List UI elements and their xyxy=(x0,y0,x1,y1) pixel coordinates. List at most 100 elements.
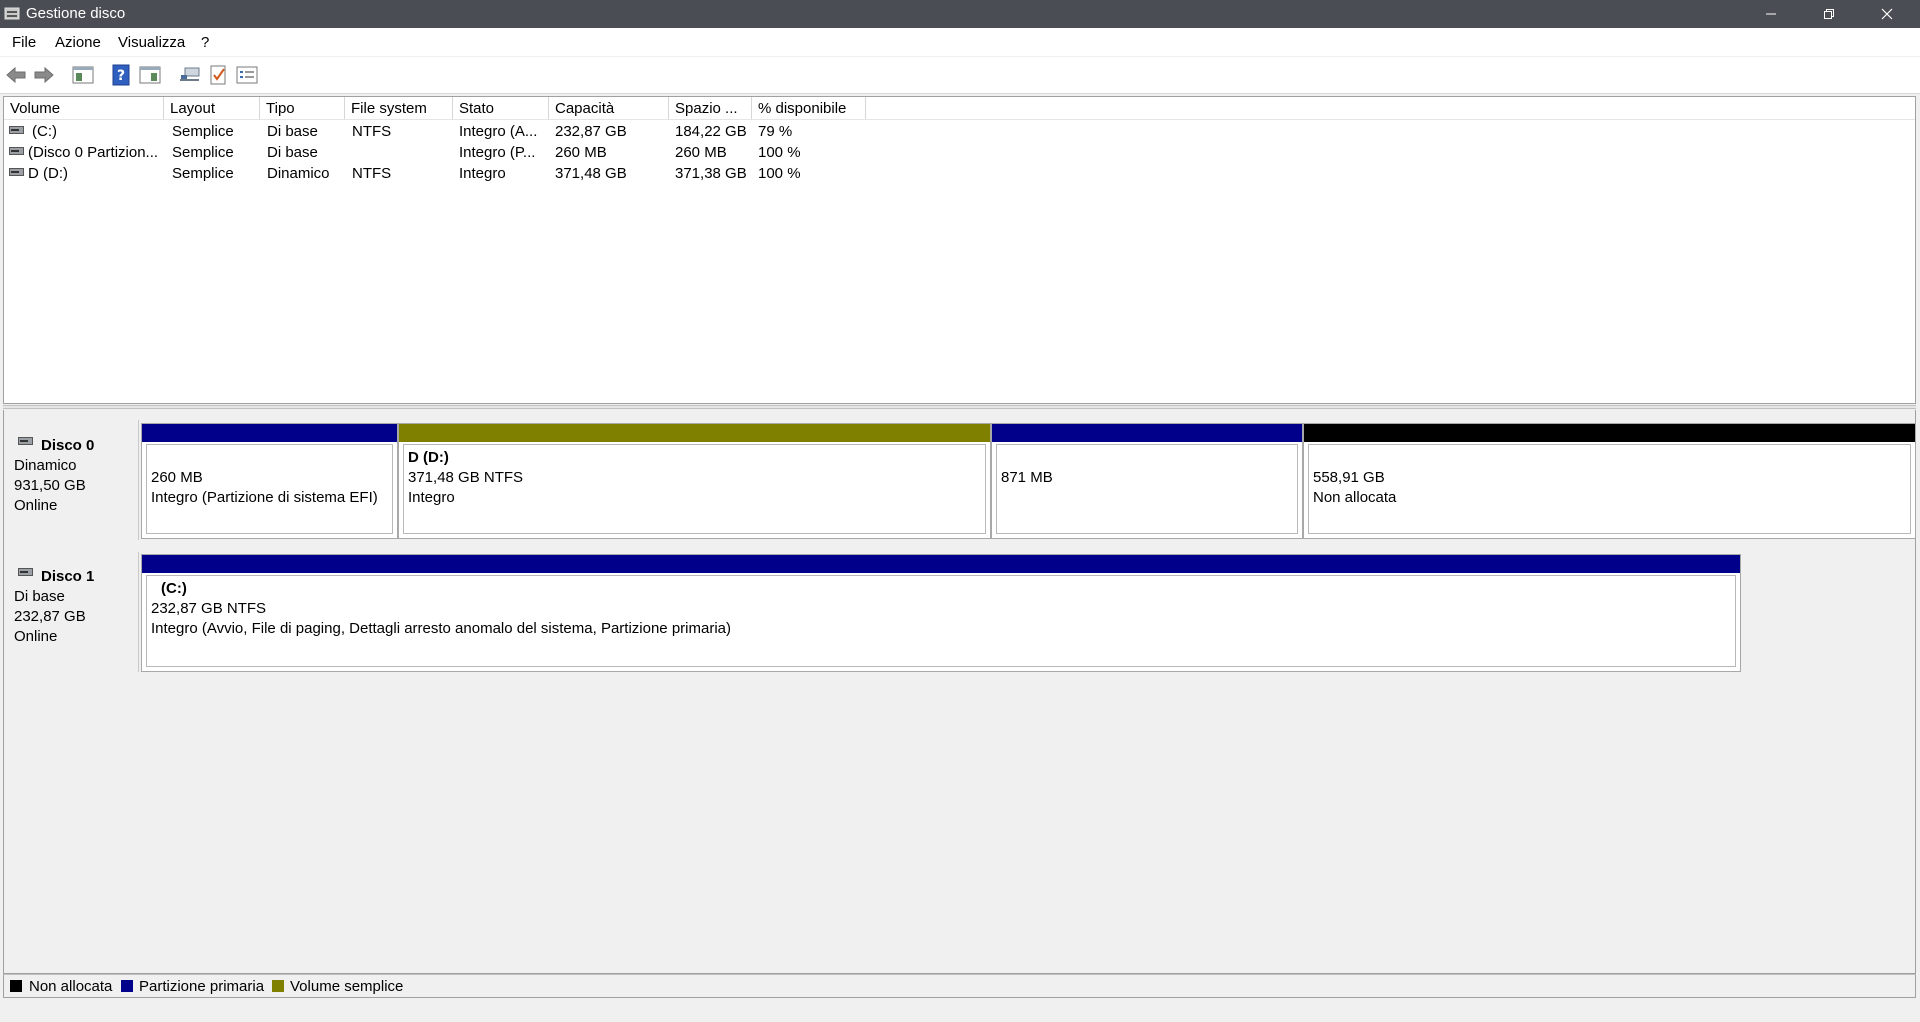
properties-icon xyxy=(139,66,161,84)
partition-status: Integro (Partizione di sistema EFI) xyxy=(151,489,378,506)
console-tree-button[interactable] xyxy=(71,63,95,87)
close-button[interactable] xyxy=(1858,0,1916,28)
partition-size: 232,87 GB NTFS xyxy=(151,600,267,617)
status-bar xyxy=(0,999,1920,1022)
disk-0-unallocated[interactable]: 558,91 GB Non allocata xyxy=(1303,423,1916,539)
cell-disponibile: 79 % xyxy=(758,123,793,140)
cell-stato: Integro (A... xyxy=(459,123,538,140)
properties-button[interactable] xyxy=(138,63,162,87)
partition-body: 558,91 GB Non allocata xyxy=(1308,444,1911,534)
table-row[interactable]: D (D:) Semplice Dinamico NTFS Integro 37… xyxy=(4,163,1915,184)
restore-button[interactable] xyxy=(1800,0,1858,28)
cell-volume: D (D:) xyxy=(28,165,68,182)
cell-spazio: 260 MB xyxy=(675,144,727,161)
column-header-stato[interactable]: Stato xyxy=(453,97,549,119)
partition-title: D (D:) xyxy=(408,449,449,466)
disk-1-type: Di base xyxy=(14,588,65,605)
legend-label-unallocated: Non allocata xyxy=(29,978,113,995)
list-view-button[interactable] xyxy=(235,63,259,87)
back-icon xyxy=(6,66,26,84)
disk-0-status: Online xyxy=(14,497,58,514)
disk-0-type: Dinamico xyxy=(14,457,77,474)
cell-file-system: NTFS xyxy=(352,165,392,182)
legend-swatch-unallocated xyxy=(10,980,22,992)
disk-0-size: 931,50 GB xyxy=(14,477,86,494)
cell-tipo: Dinamico xyxy=(267,165,330,182)
window-title: Gestione disco xyxy=(26,5,126,22)
menu-bar: File Azione Visualizza ? xyxy=(0,28,1920,56)
cell-layout: Semplice xyxy=(172,144,234,161)
legend: Non allocata Partizione primaria Volume … xyxy=(3,974,1916,998)
menu-azione[interactable]: Azione xyxy=(55,34,101,51)
help-button[interactable]: ? xyxy=(109,63,133,87)
disk-1-partition-c[interactable]: (C:) 232,87 GB NTFS Integro (Avvio, File… xyxy=(141,554,1741,672)
cell-capacita: 371,48 GB xyxy=(555,165,627,182)
column-header-volume[interactable]: Volume xyxy=(4,97,164,119)
forward-icon xyxy=(34,66,54,84)
partition-bar-primary xyxy=(142,555,1740,573)
close-icon xyxy=(1881,8,1893,20)
cell-spazio: 184,22 GB xyxy=(675,123,747,140)
disk-0-partition-871mb[interactable]: 871 MB xyxy=(991,423,1303,539)
title-bar: Gestione disco xyxy=(0,0,1920,28)
console-tree-icon xyxy=(72,66,94,84)
cell-stato: Integro xyxy=(459,165,506,182)
volume-drive-icon xyxy=(9,168,24,176)
menu-help[interactable]: ? xyxy=(201,34,209,51)
partition-body: 260 MB Integro (Partizione di sistema EF… xyxy=(146,444,393,534)
volume-drive-icon xyxy=(9,147,24,155)
partition-status: Integro (Avvio, File di paging, Dettagli… xyxy=(151,620,731,637)
restore-icon xyxy=(1824,9,1834,19)
disk-1-size: 232,87 GB xyxy=(14,608,86,625)
connect-button[interactable] xyxy=(178,63,202,87)
disk-0-partition-d[interactable]: D (D:) 371,48 GB NTFS Integro xyxy=(398,423,991,539)
back-button[interactable] xyxy=(4,63,28,87)
column-header-file-system[interactable]: File system xyxy=(345,97,453,119)
check-icon xyxy=(210,65,226,85)
cell-tipo: Di base xyxy=(267,144,318,161)
cell-disponibile: 100 % xyxy=(758,144,801,161)
check-button[interactable] xyxy=(206,63,230,87)
disk-0-partition-efi[interactable]: 260 MB Integro (Partizione di sistema EF… xyxy=(141,423,398,539)
column-header-disponibile[interactable]: % disponibile xyxy=(752,97,866,119)
cell-volume: (C:) xyxy=(32,123,57,140)
column-header-layout[interactable]: Layout xyxy=(164,97,260,119)
partition-body: D (D:) 371,48 GB NTFS Integro xyxy=(403,444,986,534)
table-row[interactable]: (C:) Semplice Di base NTFS Integro (A...… xyxy=(4,121,1915,142)
legend-label-primary: Partizione primaria xyxy=(139,978,265,995)
menu-visualizza[interactable]: Visualizza xyxy=(118,34,185,51)
volume-list-header: Volume Layout Tipo File system Stato Cap… xyxy=(4,97,1915,120)
svg-text:?: ? xyxy=(117,68,125,84)
cell-capacita: 232,87 GB xyxy=(555,123,627,140)
pane-splitter[interactable] xyxy=(3,405,1916,409)
cell-stato: Integro (P... xyxy=(459,144,536,161)
cell-layout: Semplice xyxy=(172,165,234,182)
cell-tipo: Di base xyxy=(267,123,318,140)
legend-swatch-simple xyxy=(272,980,284,992)
partition-title: (C:) xyxy=(161,580,187,597)
forward-button[interactable] xyxy=(32,63,56,87)
minimize-button[interactable] xyxy=(1742,0,1800,28)
column-header-tipo[interactable]: Tipo xyxy=(260,97,345,119)
help-icon: ? xyxy=(112,64,130,86)
partition-bar-primary xyxy=(142,424,397,442)
partition-body: 871 MB xyxy=(996,444,1298,534)
partition-size: 260 MB xyxy=(151,469,203,486)
volume-list: Volume Layout Tipo File system Stato Cap… xyxy=(3,96,1916,404)
partition-bar-primary xyxy=(992,424,1302,442)
disk-0-label[interactable]: Disco 0 Dinamico 931,50 GB Online xyxy=(4,420,139,540)
partition-status: Non allocata xyxy=(1313,489,1397,506)
column-header-capacita[interactable]: Capacità xyxy=(549,97,669,119)
partition-status: Integro xyxy=(408,489,455,506)
cell-volume: (Disco 0 Partizion... xyxy=(28,144,159,161)
disk-0-name: Disco 0 xyxy=(41,437,95,454)
partition-size: 871 MB xyxy=(1001,469,1053,486)
connect-icon xyxy=(180,67,200,81)
disk-1-label[interactable]: Disco 1 Di base 232,87 GB Online xyxy=(4,552,139,672)
volume-drive-icon xyxy=(9,126,24,134)
column-header-spazio[interactable]: Spazio ... xyxy=(669,97,752,119)
table-row[interactable]: (Disco 0 Partizion... Semplice Di base I… xyxy=(4,142,1915,163)
menu-file[interactable]: File xyxy=(12,34,36,51)
cell-layout: Semplice xyxy=(172,123,234,140)
cell-disponibile: 100 % xyxy=(758,165,801,182)
